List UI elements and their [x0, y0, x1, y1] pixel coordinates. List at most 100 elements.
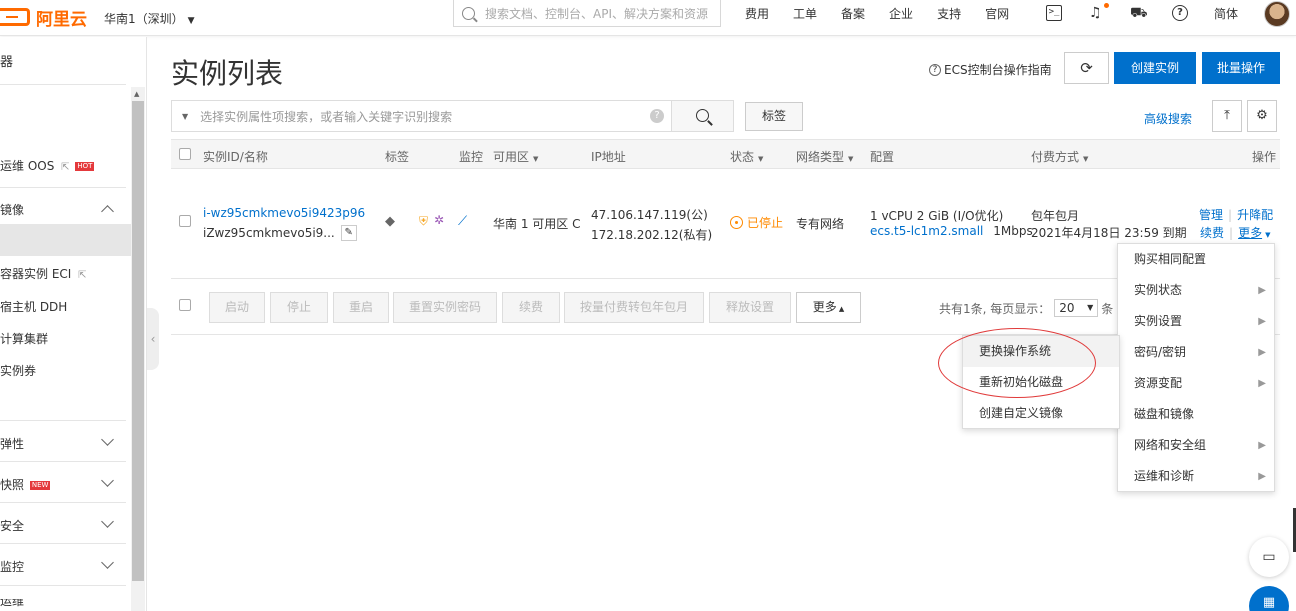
- release-settings-button[interactable]: 释放设置: [709, 292, 791, 323]
- col-network[interactable]: 网络类型 ▼: [796, 148, 853, 165]
- restart-button[interactable]: 重启: [333, 292, 389, 323]
- caret-down-icon[interactable]: ▼: [182, 112, 188, 121]
- export-button[interactable]: ⤒: [1212, 100, 1242, 132]
- menu-item-resource-change[interactable]: 资源变配 ▶: [1118, 368, 1274, 399]
- manage-link[interactable]: 管理: [1199, 208, 1223, 222]
- col-status[interactable]: 状态 ▼: [730, 148, 763, 165]
- edit-icon[interactable]: ✎: [340, 225, 357, 241]
- terminal-icon[interactable]: >_: [1046, 5, 1062, 21]
- reset-password-button[interactable]: 重置实例密码: [393, 292, 497, 323]
- scroll-up-icon[interactable]: ▲: [134, 90, 139, 98]
- external-link-icon: ⇱: [78, 270, 87, 281]
- help-icon[interactable]: ?: [650, 109, 664, 123]
- menu-item-create-image[interactable]: 创建自定义镜像: [963, 398, 1119, 429]
- sidebar-group-more[interactable]: 运维: [0, 599, 24, 607]
- col-zone[interactable]: 可用区 ▼: [493, 148, 538, 165]
- settings-button[interactable]: ⚙: [1247, 100, 1277, 132]
- sidebar-item-oos[interactable]: 运维 OOS ⇱ HOT: [0, 157, 95, 174]
- menu-item-network-security[interactable]: 网络和安全组 ▶: [1118, 430, 1274, 461]
- sidebar-group-monitor[interactable]: 监控: [0, 558, 24, 575]
- aliyun-logo[interactable]: 阿里云: [0, 6, 87, 30]
- col-config: 配置: [870, 150, 895, 164]
- upgrade-link[interactable]: 升降配: [1237, 208, 1273, 222]
- select-all-checkbox[interactable]: [179, 148, 191, 160]
- caret-down-icon[interactable]: ▼: [1265, 231, 1270, 239]
- sidebar-collapse-handle[interactable]: ‹: [147, 308, 159, 370]
- col-billing[interactable]: 付费方式 ▼: [1031, 148, 1088, 165]
- ops-row-2: 续费 | 更多 ▼: [1200, 224, 1270, 241]
- select-all-checkbox[interactable]: [179, 299, 191, 311]
- nav-billing[interactable]: 费用: [745, 5, 769, 22]
- menu-item-password-key[interactable]: 密码/密钥 ▶: [1118, 337, 1274, 368]
- sidebar-item-ddh[interactable]: 宿主机 DDH: [0, 298, 67, 315]
- sidebar-group-security[interactable]: 安全: [0, 517, 24, 534]
- convert-billing-button[interactable]: 按量付费转包年包月: [564, 292, 704, 323]
- tag-icon[interactable]: ◆: [385, 214, 395, 229]
- menu-item-instance-settings[interactable]: 实例设置 ▶: [1118, 306, 1274, 337]
- divider: [0, 187, 126, 188]
- renew-link[interactable]: 续费: [1200, 226, 1224, 240]
- menu-item-instance-status[interactable]: 实例状态 ▶: [1118, 275, 1274, 306]
- console-guide-link[interactable]: ? ECS控制台操作指南: [929, 61, 1052, 78]
- chevron-right-icon: ▶: [1258, 316, 1266, 327]
- nav-icp[interactable]: 备案: [841, 5, 865, 22]
- menu-item-buy-same[interactable]: 购买相同配置: [1118, 244, 1274, 275]
- avatar[interactable]: [1264, 1, 1290, 27]
- row-checkbox[interactable]: [179, 215, 191, 227]
- search-button[interactable]: [671, 100, 734, 132]
- stop-button[interactable]: 停止: [270, 292, 328, 323]
- instance-type-link[interactable]: ecs.t5-lc1m2.small: [870, 224, 983, 238]
- instance-id-link[interactable]: i-wz95cmkmevo5i9423p96: [203, 206, 365, 220]
- instance-name-cell: iZwz95cmkmevo5i9... ✎: [203, 225, 357, 241]
- chevron-down-icon[interactable]: [101, 474, 114, 487]
- advanced-search-link[interactable]: 高级搜索: [1144, 110, 1192, 127]
- plugin-icon[interactable]: ✲: [434, 213, 444, 227]
- logo-text: 阿里云: [36, 9, 87, 30]
- caret-down-icon: ▼: [533, 155, 539, 163]
- sidebar-group-snapshot[interactable]: 快照 NEW: [0, 476, 51, 493]
- start-button[interactable]: 启动: [209, 292, 265, 323]
- create-instance-button[interactable]: 创建实例: [1114, 52, 1196, 84]
- more-button[interactable]: 更多 ▲: [796, 292, 861, 323]
- chevron-down-icon[interactable]: [101, 433, 114, 446]
- sidebar-group-images[interactable]: 镜像: [0, 201, 24, 218]
- nav-official-site[interactable]: 官网: [985, 5, 1009, 22]
- instance-filter-input[interactable]: ▼ 选择实例属性项搜索，或者输入关键字识别搜索 ?: [171, 100, 672, 132]
- region-selector[interactable]: 华南1（深圳） ▼: [104, 10, 195, 27]
- monitor-chart-icon[interactable]: ⟋: [458, 214, 467, 229]
- help-icon[interactable]: ?: [1172, 5, 1188, 21]
- renew-button[interactable]: 续费: [502, 292, 560, 323]
- nav-support[interactable]: 支持: [937, 5, 961, 22]
- sidebar-group-elastic[interactable]: 弹性: [0, 435, 24, 452]
- nav-ticket[interactable]: 工单: [793, 5, 817, 22]
- language-switch[interactable]: 简体: [1214, 5, 1238, 22]
- bell-icon[interactable]: ♫: [1089, 5, 1105, 21]
- sidebar-item-cluster[interactable]: 计算集群: [0, 330, 48, 347]
- qr-code-button[interactable]: ▦: [1249, 586, 1289, 611]
- menu-item-ops-diagnosis[interactable]: 运维和诊断 ▶: [1118, 461, 1274, 492]
- sidebar-item-selected[interactable]: [0, 224, 131, 256]
- chevron-down-icon[interactable]: [101, 515, 114, 528]
- chat-button[interactable]: ▭: [1249, 537, 1289, 577]
- divider: [0, 502, 126, 503]
- sidebar-item-coupon[interactable]: 实例券: [0, 362, 36, 379]
- cart-icon[interactable]: ⛟: [1130, 5, 1148, 21]
- tag-filter-button[interactable]: 标签: [745, 102, 803, 131]
- nav-enterprise[interactable]: 企业: [889, 5, 913, 22]
- page-size-select[interactable]: 20: [1054, 299, 1099, 317]
- global-search-input[interactable]: 搜索文档、控制台、API、解决方案和资源: [453, 0, 721, 27]
- scrollbar-thumb[interactable]: [132, 101, 144, 581]
- divider: [0, 461, 126, 462]
- expire-time: 2021年4月18日 23:59 到期: [1031, 226, 1187, 240]
- more-actions-link[interactable]: 更多: [1238, 226, 1262, 240]
- menu-item-disk-image[interactable]: 磁盘和镜像: [1118, 399, 1274, 430]
- chevron-down-icon[interactable]: [101, 556, 114, 569]
- refresh-button[interactable]: ⟳: [1064, 52, 1109, 84]
- chevron-up-icon[interactable]: [101, 205, 114, 218]
- table-row: i-wz95cmkmevo5i9423p96 iZwz95cmkmevo5i9.…: [171, 169, 1280, 279]
- sidebar-scrollbar[interactable]: ▲: [131, 87, 145, 611]
- security-shield-icon[interactable]: ⛨: [419, 214, 428, 229]
- batch-operation-button[interactable]: 批量操作: [1202, 52, 1280, 84]
- qr-code-icon: ▦: [1262, 595, 1276, 610]
- sidebar-item-eci[interactable]: 容器实例 ECI ⇱: [0, 265, 87, 282]
